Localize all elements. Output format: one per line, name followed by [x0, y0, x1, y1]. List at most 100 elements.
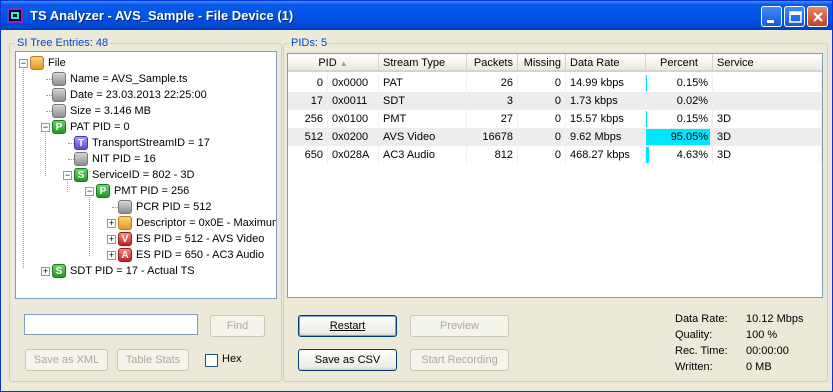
column-header-service[interactable]: Service [713, 54, 822, 72]
tree-node[interactable]: − S ServiceID = 802 - 3D [16, 167, 276, 183]
tree-node[interactable]: T TransportStreamID = 17 [16, 135, 276, 151]
tree-node[interactable]: NIT PID = 16 [16, 151, 276, 167]
cell-data-rate: 1.73 kbps [566, 92, 646, 110]
tree-node[interactable]: + Descriptor = 0x0E - Maximum Bitrate [16, 215, 276, 231]
tree-node[interactable]: + V ES PID = 512 - AVS Video [16, 231, 276, 247]
expand-icon[interactable]: + [41, 267, 50, 276]
table-row[interactable]: 650 0x028A AC3 Audio 812 0 468.27 kbps 4.63% 3D [288, 146, 822, 164]
tree-node[interactable]: Date = 23.03.2013 22:25:00 [16, 87, 276, 103]
cell-pid-hex: 0x028A [328, 146, 379, 164]
pids-legend: PIDs: 5 [289, 37, 330, 50]
minimize-button[interactable] [761, 6, 782, 27]
tree-node[interactable]: − P PMT PID = 256 [16, 183, 276, 199]
cell-data-rate: 468.27 kbps [566, 146, 646, 164]
cell-service: 3D [713, 146, 822, 164]
cell-data-rate: 9.62 Mbps [566, 128, 646, 146]
tree-node[interactable]: − File [16, 55, 276, 71]
column-header-missing[interactable]: Missing [518, 54, 566, 72]
cell-percent: 0.02% [646, 92, 713, 110]
title-bar[interactable]: TS Analyzer - AVS_Sample - File Device (… [1, 1, 832, 30]
hex-checkbox[interactable] [205, 354, 218, 367]
table-row[interactable]: 17 0x0011 SDT 3 0 1.73 kbps 0.02% [288, 92, 822, 110]
tree-node-label: ServiceID = 802 - 3D [92, 169, 195, 181]
column-header-pid[interactable]: PID ▲ [288, 54, 379, 72]
table-row[interactable]: 0 0x0000 PAT 26 0 14.99 kbps 0.15% [288, 74, 822, 92]
expand-icon[interactable]: + [107, 251, 116, 260]
close-icon [813, 12, 823, 22]
si-tree[interactable]: − File Name = AVS_Sample.ts Date = 23.03.20… [15, 51, 277, 299]
percent-text: 0.02% [676, 95, 708, 107]
collapse-icon[interactable]: − [63, 171, 72, 180]
cell-data-rate: 14.99 kbps [566, 74, 646, 92]
column-header-stream-type[interactable]: Stream Type [379, 54, 467, 72]
tree-node-label: NIT PID = 16 [92, 153, 156, 165]
start-recording-button[interactable]: Start Recording [410, 349, 509, 371]
gray-node-icon [118, 200, 132, 214]
cell-pid-dec: 256 [288, 110, 328, 128]
tree-node[interactable]: + S SDT PID = 17 - Actual TS [16, 263, 276, 279]
collapse-icon[interactable]: − [41, 123, 50, 132]
column-header-data-rate[interactable]: Data Rate [566, 54, 646, 72]
close-button[interactable] [807, 6, 828, 27]
table-row[interactable]: 256 0x0100 PMT 27 0 15.57 kbps 0.15% 3D [288, 110, 822, 128]
expand-icon[interactable]: + [107, 219, 116, 228]
collapse-icon[interactable]: − [85, 187, 94, 196]
tree-node[interactable]: Name = AVS_Sample.ts [16, 71, 276, 87]
stat-value: 0 MB [746, 361, 772, 373]
tree-node-label: File [48, 57, 66, 69]
folder-icon [118, 216, 132, 230]
maximize-button[interactable] [784, 6, 805, 27]
restart-button-label: Restart [329, 320, 366, 332]
percent-text: 0.15% [676, 113, 708, 125]
cell-percent: 0.15% [646, 110, 713, 128]
table-stats-button[interactable]: Table Stats [117, 349, 189, 371]
cell-percent: 95.05% [646, 128, 713, 146]
cell-percent: 4.63% [646, 146, 713, 164]
cell-stream-type: PAT [379, 74, 467, 92]
cell-pid-hex: 0x0011 [328, 92, 379, 110]
v-node-icon: V [118, 232, 132, 246]
restart-button[interactable]: Restart [298, 315, 397, 337]
tree-node[interactable]: − P PAT PID = 0 [16, 119, 276, 135]
collapse-icon[interactable]: − [19, 59, 28, 68]
cell-missing: 0 [518, 128, 566, 146]
cell-stream-type: AC3 Audio [379, 146, 467, 164]
save-as-csv-button[interactable]: Save as CSV [298, 349, 397, 371]
percent-text: 0.15% [676, 77, 708, 89]
preview-button[interactable]: Preview [410, 315, 509, 337]
cell-packets: 16678 [467, 128, 518, 146]
pid-table[interactable]: PID ▲ Stream Type Packets Missing Data R… [287, 53, 823, 298]
tree-node[interactable]: + A ES PID = 650 - AC3 Audio [16, 247, 276, 263]
stat-value: 100 % [746, 329, 778, 341]
save-as-xml-button[interactable]: Save as XML [25, 349, 108, 371]
cell-pid-dec: 512 [288, 128, 328, 146]
column-header-packets[interactable]: Packets [467, 54, 518, 72]
app-window: TS Analyzer - AVS_Sample - File Device (… [0, 0, 833, 392]
tree-node-label: PAT PID = 0 [70, 121, 130, 133]
column-header-percent[interactable]: Percent [646, 54, 713, 72]
percent-text: 4.63% [676, 149, 708, 161]
tree-node-label: Descriptor = 0x0E - Maximum Bitrate [136, 217, 277, 229]
expand-icon[interactable]: + [107, 235, 116, 244]
cell-pid-dec: 650 [288, 146, 328, 164]
cell-stream-type: PMT [379, 110, 467, 128]
tree-node[interactable]: PCR PID = 512 [16, 199, 276, 215]
tree-node[interactable]: Size = 3.146 MB [16, 103, 276, 119]
cell-packets: 3 [467, 92, 518, 110]
search-input[interactable] [24, 314, 198, 335]
gray-node-icon [52, 104, 66, 118]
cell-pid-hex: 0x0000 [328, 74, 379, 92]
tree-node-label: Size = 3.146 MB [70, 105, 152, 117]
a-node-icon: A [118, 248, 132, 262]
table-row[interactable]: 512 0x0200 AVS Video 16678 0 9.62 Mbps 95.05% 3… [288, 128, 822, 146]
tree-node-label: PMT PID = 256 [114, 185, 190, 197]
p-node-icon: P [52, 120, 66, 134]
stat-label: Quality: [675, 329, 713, 341]
find-button[interactable]: Find [210, 315, 265, 337]
stat-value: 10.12 Mbps [746, 313, 804, 325]
cell-service [713, 74, 822, 92]
cell-pid-dec: 17 [288, 92, 328, 110]
tree-node-label: ES PID = 650 - AC3 Audio [136, 249, 265, 261]
s-node-icon: S [52, 264, 66, 278]
app-logo-icon [7, 8, 23, 23]
